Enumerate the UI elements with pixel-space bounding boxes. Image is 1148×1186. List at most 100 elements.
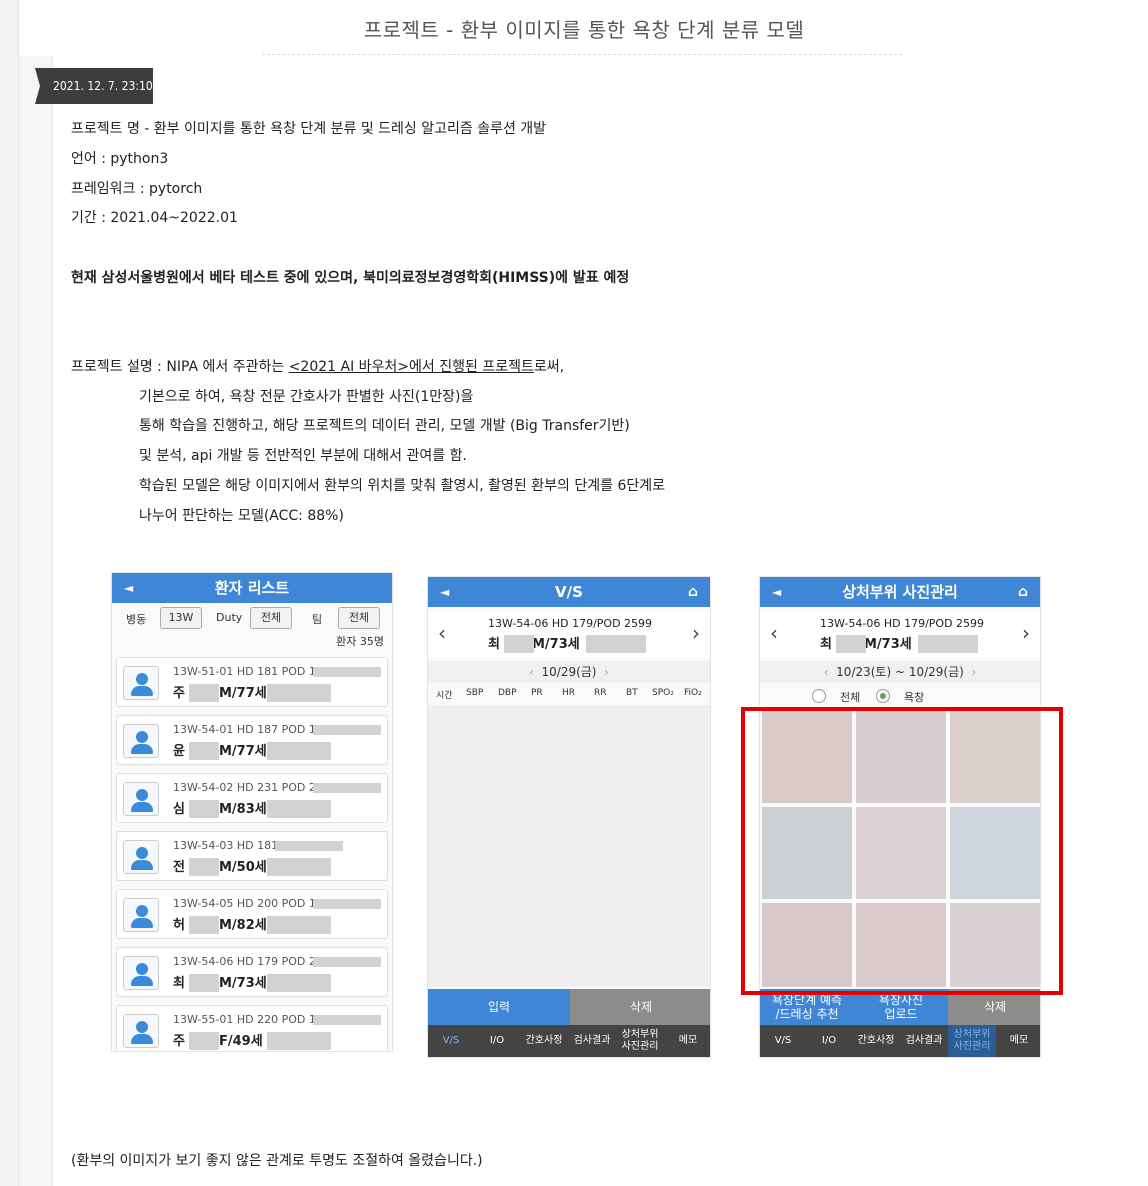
filter-radios: 전체 욕창 [760,687,1040,705]
description-line: 나누어 판단하는 모델(ACC: 88%) [139,508,344,524]
chevron-right-icon[interactable]: › [1022,621,1030,645]
tab-results[interactable]: 검사결과 [900,1025,948,1057]
redaction [189,974,219,992]
tab-wound-photos[interactable]: 상처부위 사진관리 [616,1025,664,1057]
column-header: DBP [498,688,517,698]
patient-list-header: ◄ 환자 리스트 [112,573,392,603]
patient-name-line: 윤 M/77세 [173,744,267,759]
list-item[interactable]: 13W-54-06 HD 179 POD 2599 최 M/73세 [116,947,388,997]
date-selector[interactable]: ‹ 10/29(금) › [428,661,710,683]
patient-name-line: 허 M/82세 [173,918,267,933]
patient-nav: ‹ 13W-54-06 HD 179/POD 2599 최 M/73세 › [428,611,710,657]
redaction [189,684,219,702]
back-icon[interactable]: ◄ [772,577,781,607]
chevron-left-icon[interactable]: ‹ [438,621,446,645]
redaction [313,667,381,677]
patient-list-screen: ◄ 환자 리스트 병동 13W Duty 전체 팀 전체 환자 35명 13W-… [111,572,393,1052]
patient-room: 13W-51-01 HD 181 POD 180 [173,665,330,678]
team-label: 팀 [312,613,323,626]
tab-memo[interactable]: 메모 [996,1025,1040,1057]
avatar [123,898,159,932]
avatar [123,1014,159,1048]
redaction [267,800,331,818]
list-item[interactable]: 13W-54-02 HD 231 POD 228 심 M/83세 [116,773,388,823]
column-header: BT [626,688,638,698]
redaction [189,742,219,760]
avatar [123,666,159,700]
tab-nursing[interactable]: 간호사정 [520,1025,568,1057]
tab-wound-photos[interactable]: 상처부위 사진관리 [948,1025,996,1057]
tab-memo[interactable]: 메모 [664,1025,710,1057]
avatar [123,782,159,816]
redaction [189,858,219,876]
redaction [918,635,978,653]
delete-button[interactable]: 삭제 [570,989,710,1025]
avatar [123,956,159,990]
avatar [123,724,159,758]
date-range-label: 10/23(토) ~ 10/29(금) [836,665,964,679]
column-header: SPO₂ [652,688,674,698]
description-line: 기본으로 하여, 욕창 전문 간호사가 판별한 사진(1만장)을 [139,389,474,405]
home-icon[interactable]: ⌂ [688,577,698,607]
date-range-selector[interactable]: ‹ 10/23(토) ~ 10/29(금) › [760,661,1040,683]
tab-vs[interactable]: V/S [760,1025,806,1057]
header-title: 환자 리스트 [214,579,290,597]
description-first-line: 프로젝트 설명 : NIPA 에서 주관하는 <2021 AI 바우처>에서 진… [71,356,564,376]
description-link[interactable]: <2021 AI 바우처>에서 진행된 프로젝트 [289,359,534,375]
column-header: 시간 [436,691,453,701]
list-item[interactable]: 13W-51-01 HD 181 POD 180 주 M/77세 [116,657,388,707]
highlight-text: 현재 삼성서울병원에서 베타 테스트 중에 있으며, 북미의료정보경영학회(HI… [71,270,630,286]
wound-photo-header: ◄ 상처부위 사진관리 ⌂ [760,577,1040,607]
list-item[interactable]: 13W-54-01 HD 187 POD 184 윤 M/77세 [116,715,388,765]
team-select[interactable]: 전체 [338,607,380,629]
duty-select[interactable]: 전체 [250,607,292,629]
redaction [189,800,219,818]
list-item[interactable]: 13W-54-05 HD 200 POD 197 허 M/82세 [116,889,388,939]
redaction [313,1015,381,1025]
list-item[interactable]: 13W-55-01 HD 220 POD 198 주 F/49세 [116,1005,388,1051]
tab-io[interactable]: I/O [474,1025,520,1057]
back-icon[interactable]: ◄ [440,577,449,607]
list-item[interactable]: 13W-54-03 HD 181 전 M/50세 [116,831,388,881]
radio-bedsore[interactable] [876,689,890,703]
redaction [504,635,534,653]
chevron-right-icon[interactable]: › [692,621,700,645]
home-icon[interactable]: ⌂ [1018,577,1028,607]
button-bar: 입력 삭제 [428,989,710,1025]
date-label: 10/29(금) [541,665,597,679]
highlight-frame [741,707,1063,995]
filter-row: 병동 13W Duty 전체 팀 전체 [112,607,392,631]
image-caption: (환부의 이미지가 보기 좋지 않은 관계로 투명도 조절하여 올렸습니다.) [71,1153,483,1169]
vitals-screen: ◄ V/S ⌂ ‹ 13W-54-06 HD 179/POD 2599 최 M/7… [427,576,711,1058]
tab-results[interactable]: 검사결과 [568,1025,616,1057]
redaction [267,974,331,992]
column-header: SBP [466,688,484,698]
header-title: 상처부위 사진관리 [842,583,958,601]
description-suffix: 로써, [533,359,565,375]
back-icon[interactable]: ◄ [124,573,133,603]
redaction [836,635,866,653]
period: 기간 : 2021.04~2022.01 [71,210,238,226]
description-line: 및 분석, api 개발 등 전반적인 부분에 대해서 관여를 함. [139,448,467,464]
patient-room: 13W-54-05 HD 200 POD 197 [173,897,330,910]
ward-select[interactable]: 13W [160,607,202,629]
redaction [313,725,381,735]
vitals-columns: 시간 SBP DBP PR HR RR BT SPO₂ FiO₂ [428,685,710,703]
chevron-left-icon[interactable]: ‹ [770,621,778,645]
patient-name-line: 주 M/77세 [173,686,267,701]
column-header: PR [531,688,543,698]
description-prefix: 프로젝트 설명 : NIPA 에서 주관하는 [71,359,289,375]
tab-vs[interactable]: V/S [428,1025,474,1057]
tab-nursing[interactable]: 간호사정 [852,1025,900,1057]
tab-io[interactable]: I/O [806,1025,852,1057]
input-button[interactable]: 입력 [428,989,570,1025]
redaction [267,916,331,934]
radio-all[interactable] [812,689,826,703]
patient-name-line: 전 M/50세 [173,860,267,875]
vitals-header: ◄ V/S ⌂ [428,577,710,607]
patient-count: 환자 35명 [336,635,384,648]
patient-room: 13W-54-01 HD 187 POD 184 [173,723,330,736]
redaction [267,684,331,702]
ward-label: 병동 [126,613,147,626]
patient-room: 13W-54-06 HD 179/POD 2599 [488,617,653,630]
